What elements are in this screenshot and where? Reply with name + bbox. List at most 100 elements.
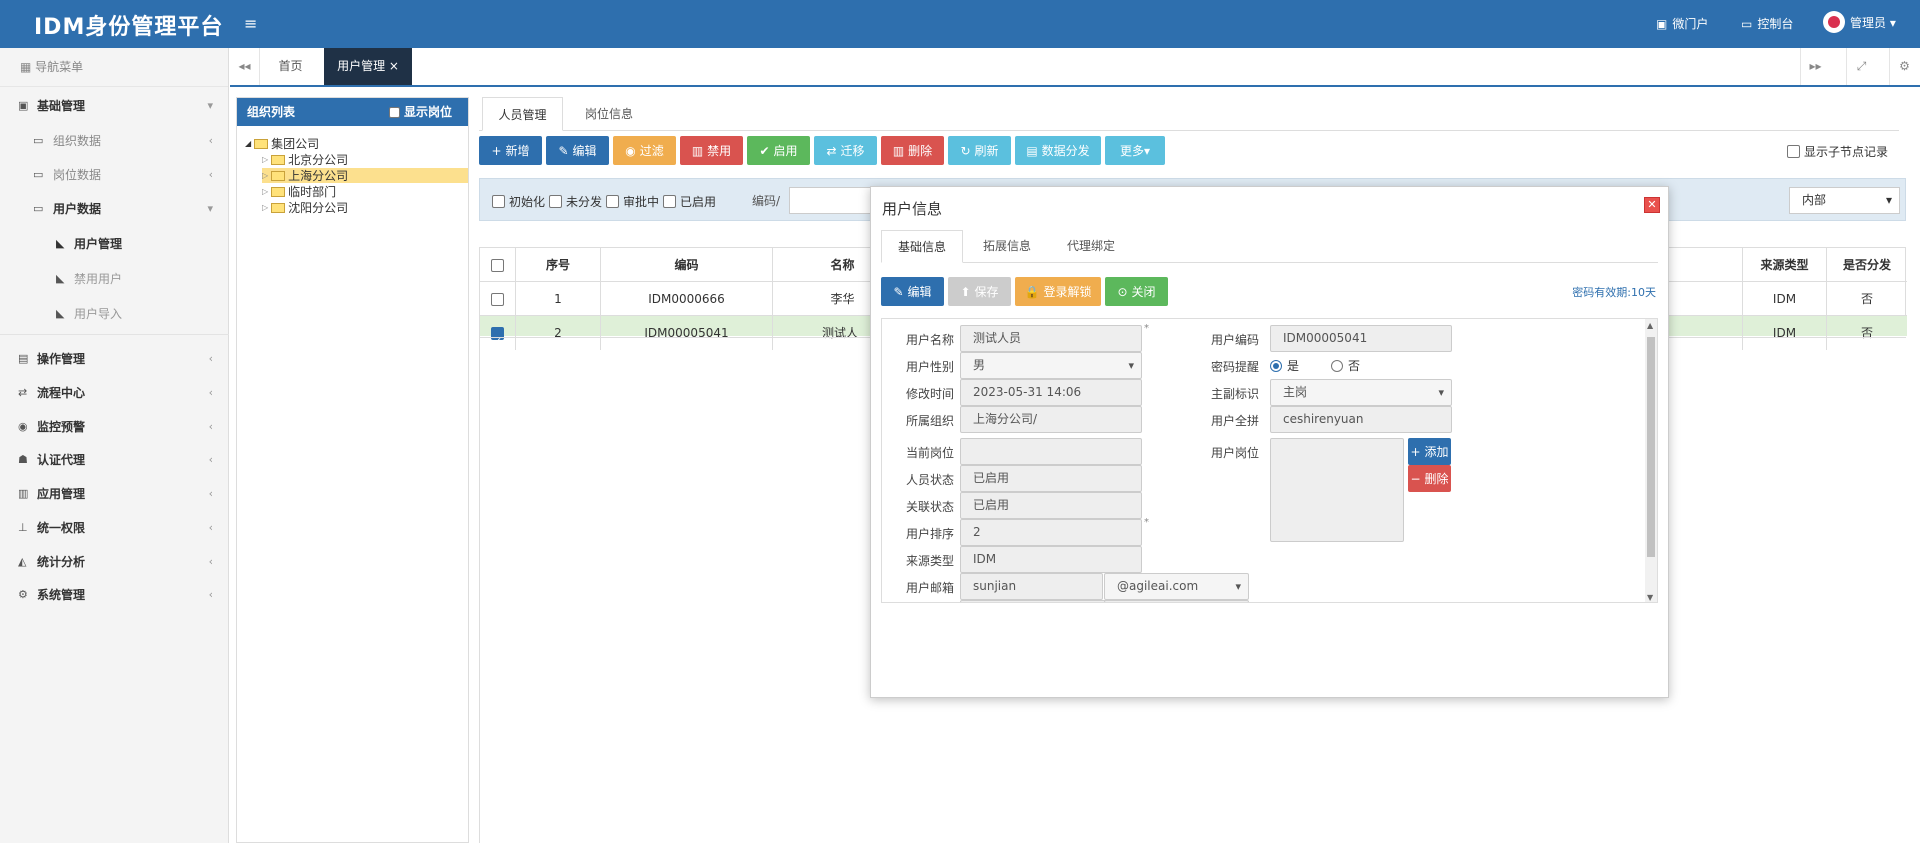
col-dist[interactable]: 是否分发 <box>1827 248 1907 282</box>
tab-basic-info[interactable]: 基础信息 <box>881 230 963 263</box>
init-checkbox[interactable] <box>492 195 505 208</box>
tree-node-root[interactable]: ◢ 集团公司 <box>245 136 319 151</box>
scrollbar-thumb[interactable] <box>1647 337 1655 557</box>
main-flag-select[interactable]: 主岗 ▾ <box>1270 379 1452 406</box>
sidebar-item-disabled-users[interactable]: ◣ 禁用用户 <box>0 261 229 295</box>
code-label: 编码/ <box>752 194 781 208</box>
tree-node[interactable]: ▷ 临时部门 <box>262 184 336 199</box>
sidebar-item-stats[interactable]: ◭ 统计分析 ‹ <box>0 544 229 578</box>
tab-home[interactable]: 首页 <box>268 48 313 85</box>
select-all-checkbox[interactable] <box>491 259 504 272</box>
label-user-post: 用户岗位 <box>1210 446 1259 460</box>
next-field[interactable] <box>1104 600 1249 602</box>
current-post-field[interactable] <box>960 438 1142 465</box>
remove-post-button[interactable]: − 删除 <box>1408 465 1451 492</box>
scroll-up-icon[interactable]: ▲ <box>1647 321 1653 330</box>
tree-node[interactable]: ▷ 北京分公司 <box>262 152 348 167</box>
col-no[interactable]: 序号 <box>516 248 601 282</box>
radio-yes[interactable] <box>1270 359 1282 372</box>
distribute-button[interactable]: ▤ 数据分发 <box>1015 136 1101 165</box>
sidebar-item-post[interactable]: ▭ 岗位数据 ‹ <box>0 157 229 191</box>
undistributed-checkbox[interactable] <box>549 195 563 208</box>
tree-node[interactable]: ▷ 沈阳分公司 <box>262 200 348 215</box>
approving-checkbox[interactable] <box>606 195 620 208</box>
user-post-list[interactable] <box>1270 438 1404 542</box>
sidebar-item-permission[interactable]: ⊥ 统一权限 ‹ <box>0 510 229 544</box>
row-code: IDM0000666 <box>601 282 773 316</box>
status-field[interactable]: 已启用 <box>960 465 1142 492</box>
show-post-checkbox[interactable] <box>388 107 400 118</box>
upload-icon: ⬆ <box>960 284 971 299</box>
sidebar-item-system[interactable]: ⚙ 系统管理 ‹ <box>0 577 229 611</box>
sidebar-item-user-import[interactable]: ◣ 用户导入 <box>0 296 229 330</box>
show-post-toggle[interactable]: 显示岗位 <box>388 98 452 126</box>
scroll-down-icon[interactable]: ▼ <box>1647 593 1653 602</box>
enabled-checkbox[interactable] <box>663 195 677 208</box>
tab-extended-info[interactable]: 拓展信息 <box>969 230 1045 263</box>
order-field[interactable]: 2 <box>960 519 1142 546</box>
radio-no[interactable] <box>1331 359 1344 372</box>
more-button[interactable]: 更多▾ <box>1105 136 1165 165</box>
console-link[interactable]: ▭ 控制台 <box>1741 15 1793 32</box>
sidebar-item-monitor[interactable]: ◉ 监控预警 ‹ <box>0 409 229 443</box>
link-status-field[interactable]: 已启用 <box>960 492 1142 519</box>
label-pwd-remind: 密码提醒 <box>1210 360 1259 374</box>
tab-proxy-binding[interactable]: 代理绑定 <box>1051 230 1131 263</box>
col-code[interactable]: 编码 <box>601 248 773 282</box>
unlock-login-button[interactable]: 🔒 登录解锁 <box>1015 277 1101 306</box>
user-menu[interactable]: 管理员 ▾ <box>1823 11 1896 33</box>
sidebar-item-basic[interactable]: ▣ 基础管理 ▾ <box>0 88 229 122</box>
sidebar-item-user-manage[interactable]: ◣ 用户管理 <box>0 226 229 260</box>
dialog-close-button[interactable]: ⊙ 关闭 <box>1105 277 1168 306</box>
row-checkbox-checked[interactable] <box>491 325 504 359</box>
edit-icon: ✎ <box>893 284 904 299</box>
sidebar-item-auth-proxy[interactable]: ☗ 认证代理 ‹ <box>0 442 229 476</box>
delete-button[interactable]: ▥ 删除 <box>881 136 944 165</box>
email-name-field[interactable]: sunjian <box>960 573 1103 600</box>
id-card-icon: ▣ <box>18 98 29 112</box>
org-field[interactable]: 上海分公司/ <box>960 406 1142 433</box>
show-child-records[interactable]: 显示子节点记录 <box>1787 143 1888 160</box>
code-input[interactable] <box>789 187 874 214</box>
source-field[interactable]: IDM <box>960 546 1142 573</box>
type-select[interactable]: 内部 ▾ <box>1789 187 1900 214</box>
sidebar-item-app[interactable]: ▥ 应用管理 ‹ <box>0 476 229 510</box>
tab-staff[interactable]: 人员管理 <box>482 97 563 131</box>
gear-icon[interactable]: ⚙ <box>1889 48 1919 85</box>
email-domain-select[interactable]: @agileai.com ▾ <box>1104 573 1249 600</box>
edit-button[interactable]: ✎ 编辑 <box>546 136 609 165</box>
tab-post-info[interactable]: 岗位信息 <box>571 97 647 131</box>
sidebar-item-user-data[interactable]: ▭ 用户数据 ▾ <box>0 191 229 225</box>
user-code-field[interactable]: IDM00005041 <box>1270 325 1452 352</box>
dialog-edit-button[interactable]: ✎ 编辑 <box>881 277 944 306</box>
enable-button[interactable]: ✔ 启用 <box>747 136 810 165</box>
close-icon[interactable]: ✕ <box>1644 197 1660 213</box>
tab-user-manage[interactable]: 用户管理 × <box>324 48 412 85</box>
portal-link[interactable]: ▣ 微门户 <box>1656 15 1708 32</box>
tab-scroll-left-icon[interactable]: ◂◂ <box>230 48 260 85</box>
gender-select[interactable]: 男 ▾ <box>960 352 1142 379</box>
sidebar-item-process[interactable]: ⇄ 流程中心 ‹ <box>0 375 229 409</box>
user-name-field[interactable]: 测试人员 <box>960 325 1142 352</box>
show-child-checkbox[interactable] <box>1787 145 1800 158</box>
tree-node-selected[interactable]: ▷ 上海分公司 <box>262 168 468 183</box>
row-checkbox[interactable] <box>491 293 504 306</box>
refresh-button[interactable]: ↻ 刷新 <box>948 136 1011 165</box>
disable-button[interactable]: ▥ 禁用 <box>680 136 743 165</box>
add-button[interactable]: + 新增 <box>479 136 542 165</box>
dialog-title: 用户信息 <box>882 200 943 218</box>
fullscreen-icon[interactable]: ⤢ <box>1846 48 1876 85</box>
col-source[interactable]: 来源类型 <box>1742 248 1827 282</box>
tab-scroll-right-icon[interactable]: ▸▸ <box>1800 48 1830 85</box>
dialog-save-button[interactable]: ⬆ 保存 <box>948 277 1011 306</box>
sidebar-item-org[interactable]: ▭ 组织数据 ‹ <box>0 123 229 157</box>
modify-time-field[interactable]: 2023-05-31 14:06 <box>960 379 1142 406</box>
filter-button[interactable]: ◉ 过滤 <box>613 136 676 165</box>
required-star: * <box>1144 323 1149 334</box>
pinyin-field[interactable]: ceshirenyuan <box>1270 406 1452 433</box>
form-scrollbar[interactable]: ▲ ▼ <box>1645 319 1657 602</box>
migrate-button[interactable]: ⇄ 迁移 <box>814 136 877 165</box>
sidebar-item-operation[interactable]: ▤ 操作管理 ‹ <box>0 341 229 375</box>
menu-toggle-icon[interactable]: ≡ <box>244 14 257 33</box>
add-post-button[interactable]: + 添加 <box>1408 438 1451 465</box>
